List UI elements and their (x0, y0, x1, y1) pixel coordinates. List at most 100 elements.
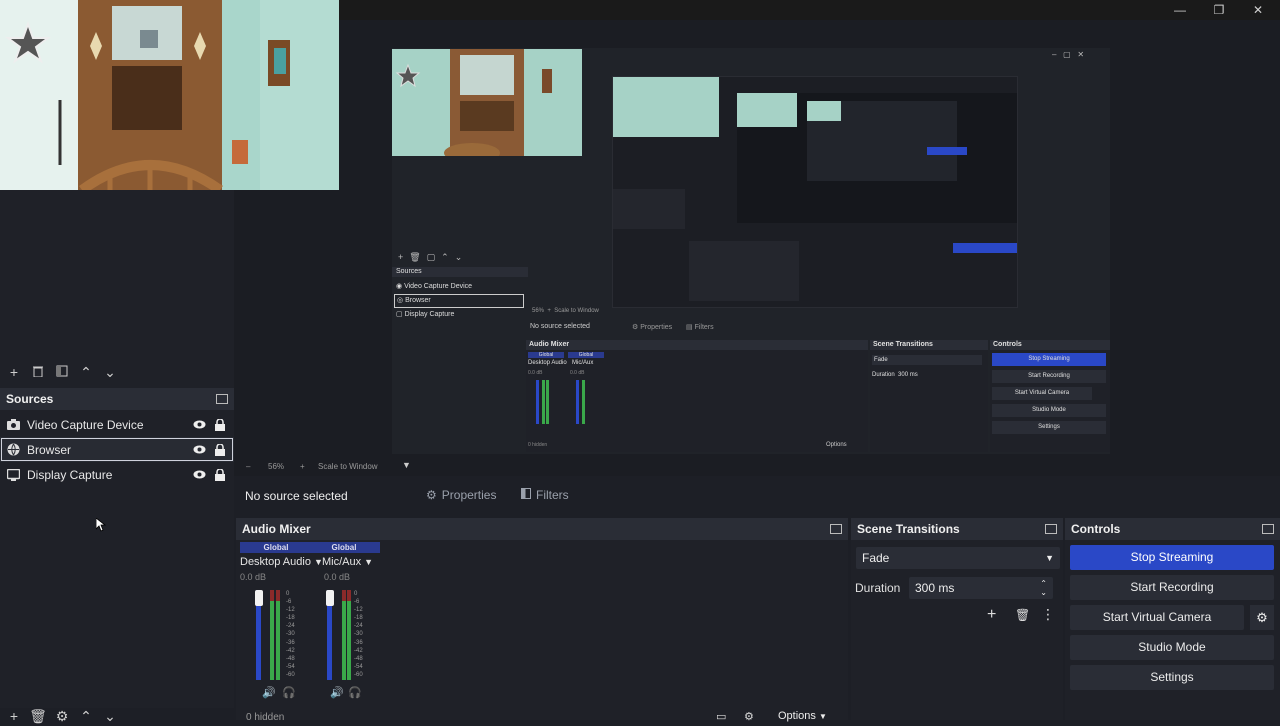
restore-button[interactable]: ❐ (1205, 1, 1233, 19)
start-recording-button[interactable]: Start Recording (1070, 575, 1274, 600)
nested-transitions: Scene Transitions Fade Duration 300 ms (870, 340, 988, 452)
minimize-button[interactable]: — (1166, 1, 1194, 19)
nested-audio-mixer: Audio Mixer Global Global Desktop Audio … (526, 340, 868, 452)
add-scene-button[interactable]: + (2, 362, 26, 382)
source-up-icon[interactable]: ⌃ (74, 706, 98, 726)
remove-source-icon[interactable]: 🗑 (26, 706, 50, 726)
filter-scene-icon[interactable] (50, 362, 74, 382)
meter-scale: 0 -6 -12 -18 -24 -30 -36 -42 -48 -54 -60 (354, 591, 363, 678)
program-preview[interactable]: – ▢ ✕ +🗑▢⌃⌄ Sources ◉ Video Capture Devi… (392, 48, 1110, 454)
mixer-layout-icon[interactable]: ▭ (716, 710, 726, 723)
sources-toolbar: + 🗑 ⚙ ⌃ ⌄ (2, 706, 122, 726)
channel-db: 0.0 dB (240, 572, 267, 582)
nested-context-status: No source selected (530, 323, 590, 330)
global-tag: Global (240, 542, 312, 553)
speaker-icon[interactable]: 🔊 (262, 686, 276, 699)
eye-icon[interactable] (191, 418, 207, 432)
mixer-channel-mic: Global Mic/Aux ▼ 0.0 dB (308, 542, 380, 582)
nested-window-controls: – ▢ ✕ (1052, 50, 1085, 59)
volume-slider-handle[interactable] (255, 590, 263, 606)
duration-input[interactable]: 300 ms ⌃ ⌄ (909, 577, 1053, 599)
preview-zoom-bar: – 56% + Scale to Window ▼ (234, 458, 1280, 476)
nested-zoom: 56% + Scale to Window (532, 308, 599, 314)
camera-icon (6, 418, 20, 432)
mixer-settings-icon[interactable]: ⚙ (744, 710, 754, 723)
scale-mode-select[interactable]: Scale to Window (318, 462, 378, 471)
nested-obs-window (612, 76, 1018, 308)
zoom-out-button[interactable]: – (246, 462, 250, 471)
close-button[interactable]: ✕ (1244, 1, 1272, 19)
chevron-down-icon[interactable]: ▼ (402, 460, 411, 470)
chevron-down-icon: ▼ (1045, 553, 1054, 563)
remove-scene-icon[interactable] (26, 362, 50, 382)
gear-icon: ⚙ (426, 488, 437, 502)
add-transition-button[interactable]: + (987, 606, 996, 624)
globe-icon (6, 443, 20, 457)
webcam-overlay-image (0, 0, 339, 190)
nested-source-2: ◎ Browser (394, 294, 524, 308)
lock-icon[interactable] (212, 418, 228, 432)
stop-streaming-button[interactable]: Stop Streaming (1070, 545, 1274, 570)
add-source-button[interactable]: + (2, 706, 26, 726)
mouse-cursor-icon (95, 517, 107, 535)
move-up-icon[interactable]: ⌃ (74, 362, 98, 382)
eye-icon[interactable] (191, 468, 207, 482)
spinner-icon[interactable]: ⌃ ⌄ (1040, 579, 1047, 597)
undock-icon[interactable] (830, 524, 842, 534)
move-down-icon[interactable]: ⌄ (98, 362, 122, 382)
zoom-level: 56% (268, 462, 285, 471)
controls-dock: Controls Stop Streaming Start Recording … (1065, 518, 1280, 720)
source-item-browser[interactable]: Browser (0, 437, 234, 462)
audio-mixer-header: Audio Mixer (236, 518, 848, 540)
channel-name-dropdown[interactable]: Mic/Aux ▼ (322, 556, 380, 568)
source-settings-icon[interactable]: ⚙ (50, 706, 74, 726)
remove-transition-icon[interactable]: 🗑 (1015, 608, 1030, 622)
source-down-icon[interactable]: ⌄ (98, 706, 122, 726)
volume-slider-handle[interactable] (326, 590, 334, 606)
headphone-icon[interactable]: 🎧 (348, 686, 362, 699)
lock-icon[interactable] (212, 443, 228, 457)
eye-icon[interactable] (191, 443, 207, 457)
virtual-camera-gear-icon[interactable]: ⚙ (1250, 605, 1274, 630)
hidden-count: 0 hidden (246, 712, 285, 723)
undock-icon[interactable] (216, 394, 228, 404)
nested-source-3: ▢ Display Capture (396, 311, 455, 318)
sources-header: Sources (0, 388, 234, 410)
meter-scale: 0 -6 -12 -18 -24 -30 -36 -42 -48 -54 -60 (286, 591, 295, 678)
monitor-icon (6, 468, 20, 482)
channel-db: 0.0 dB (324, 572, 351, 582)
undock-icon[interactable] (1045, 524, 1057, 534)
nested-controls: Controls Stop Streaming Start Recording … (990, 340, 1110, 452)
zoom-in-button[interactable]: + (300, 462, 305, 471)
lock-icon[interactable] (212, 468, 228, 482)
source-label: Video Capture Device (27, 417, 144, 432)
start-virtual-camera-button[interactable]: Start Virtual Camera (1070, 605, 1244, 630)
headphone-icon[interactable]: 🎧 (282, 686, 296, 699)
level-meter (270, 590, 274, 680)
channel-name-dropdown[interactable]: Desktop Audio ▼ (240, 556, 323, 568)
more-options-icon[interactable]: ⋮ (1041, 606, 1055, 623)
nested-filters: ▤ Filters (686, 324, 714, 331)
source-item-display-capture[interactable]: Display Capture (0, 462, 234, 487)
scenes-toolbar: + ⌃ ⌄ (2, 362, 122, 382)
global-tag: Global (308, 542, 380, 553)
speaker-icon[interactable]: 🔊 (330, 686, 344, 699)
source-label: Display Capture (27, 467, 113, 482)
source-item-video-capture[interactable]: Video Capture Device (0, 412, 234, 437)
scenes-dock: + ⌃ ⌄ (0, 190, 234, 390)
source-label: Browser (27, 442, 72, 457)
level-meter (342, 590, 346, 680)
nested-toolbar: +🗑▢⌃⌄ (398, 252, 469, 262)
nested-sources-header: Sources (392, 267, 528, 277)
properties-button[interactable]: ⚙ Properties (426, 488, 496, 502)
studio-mode-button[interactable]: Studio Mode (1070, 635, 1274, 660)
transitions-header: Scene Transitions (851, 518, 1063, 540)
filters-button[interactable]: Filters (521, 488, 569, 502)
settings-button[interactable]: Settings (1070, 665, 1274, 690)
options-button[interactable]: Options ▼ (778, 710, 827, 722)
undock-icon[interactable] (1262, 524, 1274, 534)
transition-select[interactable]: Fade ▼ (856, 547, 1060, 569)
sources-title: Sources (6, 392, 54, 406)
sources-dock: Sources Video Capture Device Browser Dis… (0, 388, 234, 724)
nested-source-1: ◉ Video Capture Device (396, 283, 473, 290)
